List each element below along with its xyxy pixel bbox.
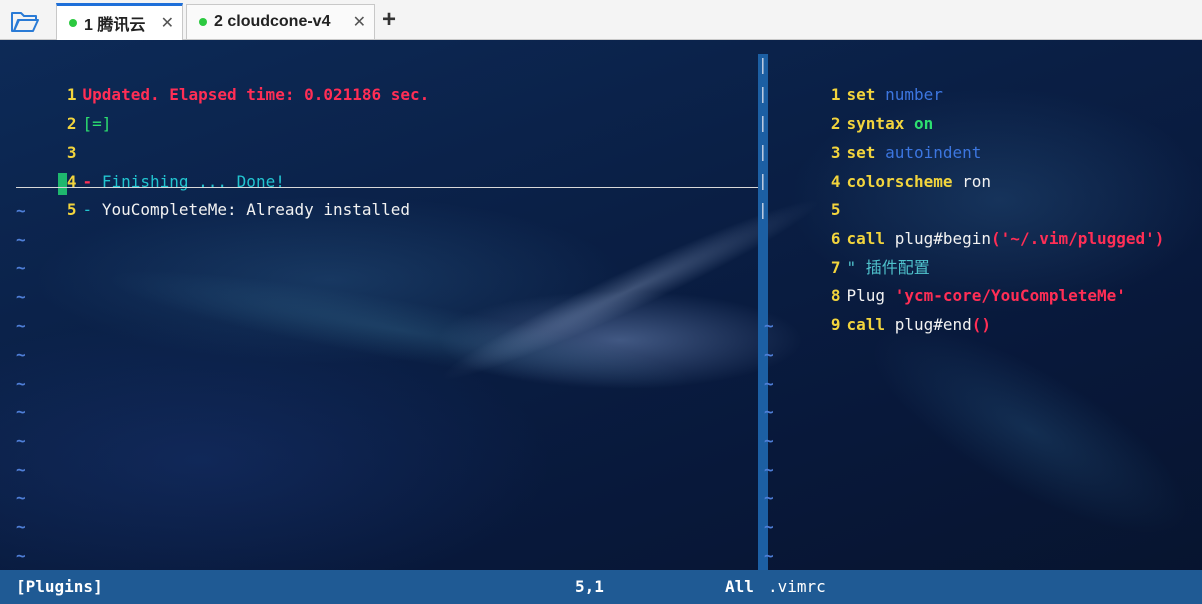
empty-line-tilde: ~ bbox=[16, 230, 26, 249]
tab-label: 1 腾讯云 bbox=[84, 17, 146, 34]
editor-line: 1 set number bbox=[780, 53, 943, 104]
line-number: 9 bbox=[830, 315, 841, 334]
line-text: [=] bbox=[82, 114, 112, 133]
empty-line-tilde: ~ bbox=[16, 488, 26, 507]
editor-line: 8 Plug 'ycm-core/YouCompleteMe' bbox=[780, 254, 1126, 305]
cursor-line bbox=[16, 187, 758, 188]
empty-line-tilde: ~ bbox=[16, 460, 26, 479]
empty-line-tilde: ~ bbox=[764, 316, 774, 335]
empty-line-tilde: ~ bbox=[764, 517, 774, 536]
editor-line: 4 colorscheme ron bbox=[780, 140, 991, 191]
editor-line: 6 call plug#begin('~/.vim/plugged') bbox=[780, 197, 1165, 248]
editor-line: 4- Finishing ... Done! bbox=[16, 140, 285, 191]
cursor-position: 5,1 bbox=[575, 577, 604, 596]
editor-line: 2 syntax on bbox=[780, 82, 933, 133]
right-buffer-name: .vimrc bbox=[768, 577, 826, 596]
empty-line-tilde: ~ bbox=[16, 431, 26, 450]
separator-char: | bbox=[758, 84, 768, 103]
close-icon[interactable]: ✕ bbox=[161, 13, 174, 33]
keyword: call bbox=[846, 315, 886, 334]
editor-line: 9 call plug#end() bbox=[780, 283, 991, 334]
vim-status-line: [Plugins] 5,1 All .vimrc bbox=[0, 570, 1202, 604]
paren: ) bbox=[981, 315, 992, 334]
editor-line: 5- YouCompleteMe: Already installed bbox=[16, 168, 410, 219]
editor-line: 3 set autoindent bbox=[780, 111, 982, 162]
empty-line-tilde: ~ bbox=[764, 402, 774, 421]
keyword: colorscheme bbox=[846, 172, 953, 191]
separator-char: | bbox=[758, 55, 768, 74]
scroll-indicator: All bbox=[725, 577, 754, 596]
line-text: Updated. Elapsed time: 0.021186 sec. bbox=[82, 85, 430, 104]
empty-line-tilde: ~ bbox=[764, 374, 774, 393]
string-literal: '~/.vim/plugged' bbox=[1000, 229, 1155, 248]
editor-line: 7 " 插件配置 bbox=[780, 226, 930, 277]
empty-line-tilde: ~ bbox=[16, 258, 26, 277]
paren: ( bbox=[971, 315, 982, 334]
new-tab-button[interactable]: + bbox=[382, 6, 396, 34]
separator-char: | bbox=[758, 142, 768, 161]
option: ron bbox=[962, 172, 992, 191]
empty-line-tilde: ~ bbox=[16, 402, 26, 421]
empty-line-tilde: ~ bbox=[16, 546, 26, 565]
empty-line-tilde: ~ bbox=[764, 460, 774, 479]
separator-char: | bbox=[758, 171, 768, 190]
paren: ( bbox=[991, 229, 1001, 248]
connected-status-icon bbox=[199, 18, 207, 26]
empty-line-tilde: ~ bbox=[16, 287, 26, 306]
terminal-area[interactable]: 1 Updated. Elapsed time: 0.021186 sec. 2[… bbox=[0, 40, 1202, 604]
editor-line: 1 Updated. Elapsed time: 0.021186 sec. bbox=[16, 53, 429, 104]
line-dash: - bbox=[82, 200, 93, 219]
paren: ) bbox=[1154, 229, 1165, 248]
tab-bar: 1 腾讯云 ✕ 2 cloudcone-v4 ✕ + bbox=[0, 0, 1202, 40]
empty-line-tilde: ~ bbox=[764, 431, 774, 450]
text-cursor bbox=[58, 173, 67, 195]
empty-line-tilde: ~ bbox=[16, 517, 26, 536]
empty-line-tilde: ~ bbox=[16, 201, 26, 220]
close-icon[interactable]: ✕ bbox=[353, 12, 366, 32]
connected-status-icon bbox=[69, 19, 77, 27]
editor-line: 5 bbox=[780, 168, 847, 219]
folder-open-icon[interactable] bbox=[10, 9, 40, 33]
function-name: plug#end bbox=[894, 315, 972, 334]
empty-line-tilde: ~ bbox=[764, 488, 774, 507]
line-text: YouCompleteMe: Already installed bbox=[101, 200, 411, 219]
empty-line-tilde: ~ bbox=[764, 546, 774, 565]
separator-char: | bbox=[758, 113, 768, 132]
tab-cloudcone-v4[interactable]: 2 cloudcone-v4 ✕ bbox=[186, 4, 375, 39]
editor-line: 3 bbox=[16, 111, 83, 162]
editor-line: 2 [=] bbox=[16, 82, 112, 133]
empty-line-tilde: ~ bbox=[764, 345, 774, 364]
separator-char: | bbox=[758, 200, 768, 219]
empty-line-tilde: ~ bbox=[16, 345, 26, 364]
empty-line-tilde: ~ bbox=[16, 374, 26, 393]
tab-label: 2 cloudcone-v4 bbox=[214, 13, 331, 30]
line-number: 5 bbox=[66, 200, 77, 219]
background-light-streak bbox=[99, 248, 701, 412]
left-buffer-name: [Plugins] bbox=[16, 577, 103, 596]
empty-line-tilde: ~ bbox=[16, 316, 26, 335]
tab-tencent-cloud[interactable]: 1 腾讯云 ✕ bbox=[56, 3, 183, 40]
